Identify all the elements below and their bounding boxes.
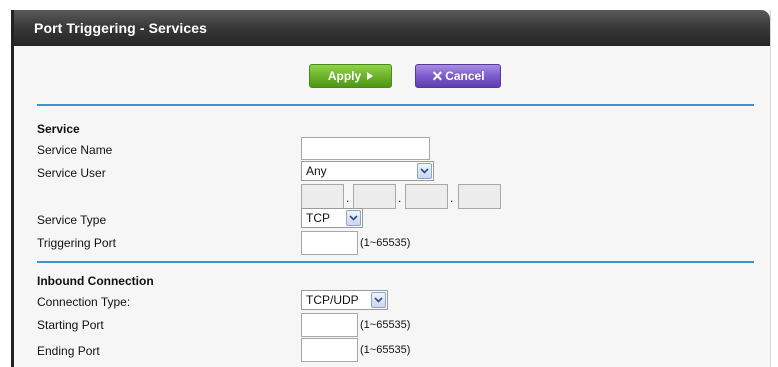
connection-type-select[interactable]: TCP/UDP xyxy=(301,290,388,310)
ending-port-label: Ending Port xyxy=(37,344,100,358)
service-type-label: Service Type xyxy=(37,213,107,227)
ip-octet-1[interactable] xyxy=(301,184,344,209)
service-user-value: Any xyxy=(306,164,327,178)
starting-port-input[interactable] xyxy=(301,313,358,337)
chevron-down-icon xyxy=(417,163,432,179)
inbound-section-title: Inbound Connection xyxy=(37,274,154,288)
cancel-button[interactable]: ✕ Cancel xyxy=(415,64,501,88)
ip-separator: . xyxy=(450,191,454,205)
service-type-select[interactable]: TCP xyxy=(301,208,363,228)
page-title: Port Triggering - Services xyxy=(34,20,207,36)
service-user-select[interactable]: Any xyxy=(301,161,434,181)
triggering-port-label: Triggering Port xyxy=(37,236,116,250)
settings-panel: Port Triggering - Services Apply ✕ Cance… xyxy=(11,10,771,367)
starting-port-range: (1~65535) xyxy=(360,319,411,331)
connection-type-value: TCP/UDP xyxy=(306,293,359,307)
ip-octet-3[interactable] xyxy=(405,184,448,209)
service-name-input[interactable] xyxy=(301,137,430,160)
chevron-down-icon xyxy=(371,292,386,308)
cancel-label: Cancel xyxy=(445,69,485,83)
section-divider xyxy=(37,261,754,263)
triggering-port-input[interactable] xyxy=(301,231,358,255)
chevron-down-icon xyxy=(346,210,361,226)
ending-port-range: (1~65535) xyxy=(360,344,411,356)
ending-port-input[interactable] xyxy=(301,338,358,362)
triggering-port-range: (1~65535) xyxy=(360,237,411,249)
ip-separator: . xyxy=(398,191,402,205)
service-user-label: Service User xyxy=(37,166,106,180)
starting-port-label: Starting Port xyxy=(37,318,104,332)
x-icon: ✕ xyxy=(431,67,444,84)
play-triangle-icon xyxy=(367,72,374,80)
ip-octet-4[interactable] xyxy=(458,184,501,209)
title-bar: Port Triggering - Services xyxy=(14,10,770,46)
service-section-title: Service xyxy=(37,122,80,136)
service-type-value: TCP xyxy=(306,211,330,225)
apply-label: Apply xyxy=(327,69,362,83)
ip-separator: . xyxy=(346,191,350,205)
ip-octet-2[interactable] xyxy=(353,184,396,209)
service-name-label: Service Name xyxy=(37,143,113,157)
section-divider xyxy=(37,104,754,106)
connection-type-label: Connection Type: xyxy=(37,295,131,309)
apply-button[interactable]: Apply xyxy=(309,64,392,88)
